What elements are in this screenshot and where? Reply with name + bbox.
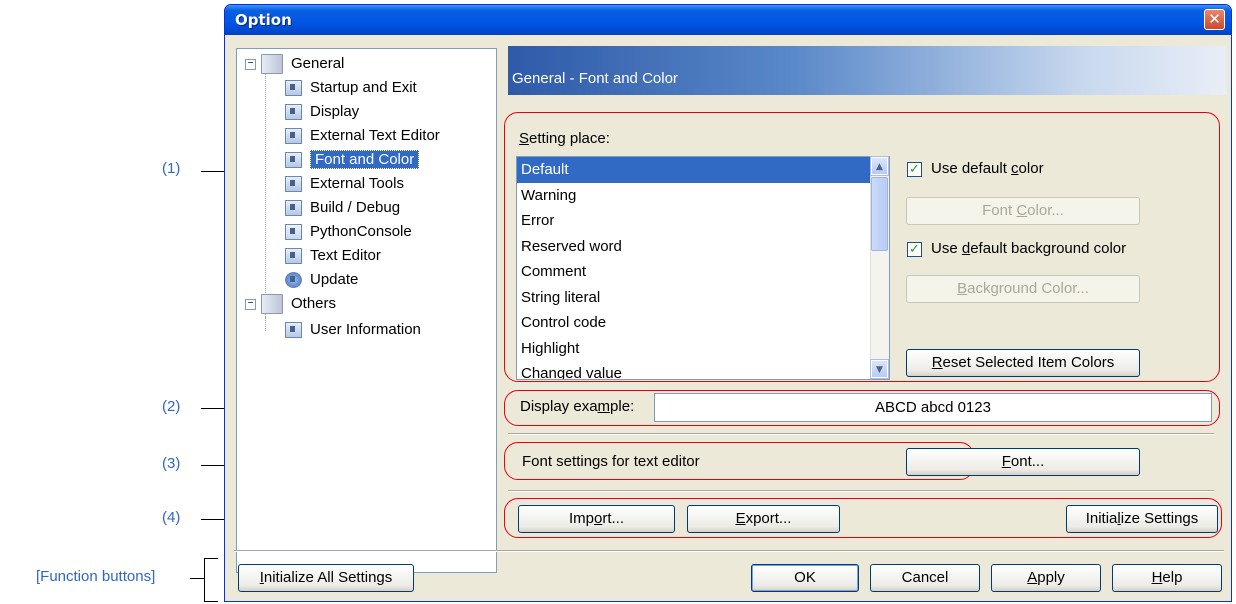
reset-selected-item-colors-button[interactable]: Reset Selected Item Colors <box>906 349 1140 377</box>
tree-node-general[interactable]: − General <box>245 53 344 75</box>
update-icon <box>285 272 302 289</box>
check-icon: ✓ <box>909 242 920 257</box>
use-default-color-label[interactable]: Use default color <box>931 160 1044 177</box>
font-color-button[interactable]: Font Color... <box>906 197 1140 225</box>
list-item[interactable]: Changed value <box>517 361 889 379</box>
callout-2: (2) <box>162 398 181 415</box>
category-tree[interactable]: − General Startup and Exit Display Extern… <box>236 48 497 573</box>
tree-label: Display <box>310 103 360 120</box>
window-title: Option <box>235 11 292 29</box>
initialize-settings-button[interactable]: Initialize Settings <box>1066 505 1218 533</box>
scroll-up-button[interactable]: ▲ <box>870 156 889 176</box>
import-button[interactable]: Import... <box>518 505 675 533</box>
page-icon <box>285 176 302 193</box>
tree-label: Update <box>310 271 359 288</box>
folder-icon <box>261 54 283 75</box>
callout-4: (4) <box>162 509 181 526</box>
collapse-icon[interactable]: − <box>245 58 256 70</box>
tree-label: Startup and Exit <box>310 79 417 96</box>
list-item[interactable]: Control code <box>517 310 889 336</box>
close-button[interactable]: ✕ <box>1204 9 1225 30</box>
scroll-down-button[interactable]: ▼ <box>870 359 889 379</box>
help-button[interactable]: Help <box>1112 564 1222 592</box>
page-icon <box>285 200 302 217</box>
title-bar: Option ✕ <box>225 5 1231 35</box>
font-button[interactable]: Font... <box>906 448 1140 476</box>
page-icon <box>285 152 302 169</box>
tree-node-others[interactable]: − Others <box>245 293 336 315</box>
section-header-title: General - Font and Color <box>512 70 678 87</box>
list-item[interactable]: Comment <box>517 259 889 285</box>
tree-item-external-tools[interactable]: External Tools <box>285 173 404 195</box>
use-default-bg-label[interactable]: Use default background color <box>931 240 1126 257</box>
function-buttons-bracket <box>204 558 218 602</box>
setting-place-list[interactable]: Default Warning Error Reserved word Comm… <box>516 156 890 380</box>
list-item[interactable]: Default <box>517 157 889 183</box>
background-color-button[interactable]: Background Color... <box>906 275 1140 303</box>
tree-label: General <box>291 55 345 72</box>
tree-label: Text Editor <box>310 247 381 264</box>
tree-label: Build / Debug <box>310 199 401 216</box>
page-icon <box>285 248 302 265</box>
python-console-icon <box>285 224 302 241</box>
callout-function-buttons: [Function buttons] <box>36 568 156 585</box>
tree-label: External Text Editor <box>310 127 440 144</box>
font-settings-label: Font settings for text editor <box>522 453 700 470</box>
setting-place-label: Setting place: <box>519 130 610 147</box>
list-item[interactable]: Error <box>517 208 889 234</box>
callout-3: (3) <box>162 455 181 472</box>
use-default-color-checkbox[interactable]: ✓ <box>907 162 922 177</box>
list-item[interactable]: Warning <box>517 183 889 209</box>
tree-label: Others <box>291 295 337 312</box>
tree-item-update[interactable]: Update <box>285 269 358 291</box>
check-icon: ✓ <box>909 162 920 177</box>
tree-label: External Tools <box>310 175 404 192</box>
tree-label: User Information <box>310 321 421 338</box>
tree-item-startup-and-exit[interactable]: Startup and Exit <box>285 77 417 99</box>
list-item[interactable]: Reserved word <box>517 234 889 260</box>
callout-1: (1) <box>162 160 181 177</box>
page-icon <box>285 80 302 97</box>
cancel-button[interactable]: Cancel <box>870 564 980 592</box>
page-icon <box>285 322 302 339</box>
tree-item-user-information[interactable]: User Information <box>285 319 421 341</box>
function-buttons-line <box>190 578 204 579</box>
ok-button[interactable]: OK <box>751 564 859 592</box>
tree-item-pythonconsole[interactable]: PythonConsole <box>285 221 412 243</box>
list-item[interactable]: String literal <box>517 285 889 311</box>
list-item[interactable]: Highlight <box>517 336 889 362</box>
display-example-label: Display example: <box>520 398 635 415</box>
collapse-icon[interactable]: − <box>245 298 256 310</box>
initialize-all-settings-button[interactable]: Initialize All Settings <box>238 564 414 592</box>
close-icon: ✕ <box>1208 10 1221 28</box>
export-button[interactable]: Export... <box>687 505 840 533</box>
tree-label: Font and Color <box>310 150 420 169</box>
tree-label: PythonConsole <box>310 223 412 240</box>
folder-icon <box>261 294 283 315</box>
separator <box>508 490 1214 492</box>
tree-item-font-and-color[interactable]: Font and Color <box>285 149 420 171</box>
scroll-thumb[interactable] <box>871 177 888 251</box>
tree-item-build-debug[interactable]: Build / Debug <box>285 197 400 219</box>
apply-button[interactable]: Apply <box>991 564 1101 592</box>
list-scrollbar[interactable]: ▲ ▼ <box>870 156 889 379</box>
tree-connector <box>265 71 266 313</box>
tree-item-text-editor[interactable]: Text Editor <box>285 245 381 267</box>
separator <box>234 550 1224 552</box>
tree-item-display[interactable]: Display <box>285 101 359 123</box>
page-icon <box>285 104 302 121</box>
separator <box>508 433 1214 435</box>
tree-item-external-text-editor[interactable]: External Text Editor <box>285 125 440 147</box>
display-example-field: ABCD abcd 0123 <box>654 393 1212 422</box>
page-icon <box>285 128 302 145</box>
use-default-bg-checkbox[interactable]: ✓ <box>907 242 922 257</box>
